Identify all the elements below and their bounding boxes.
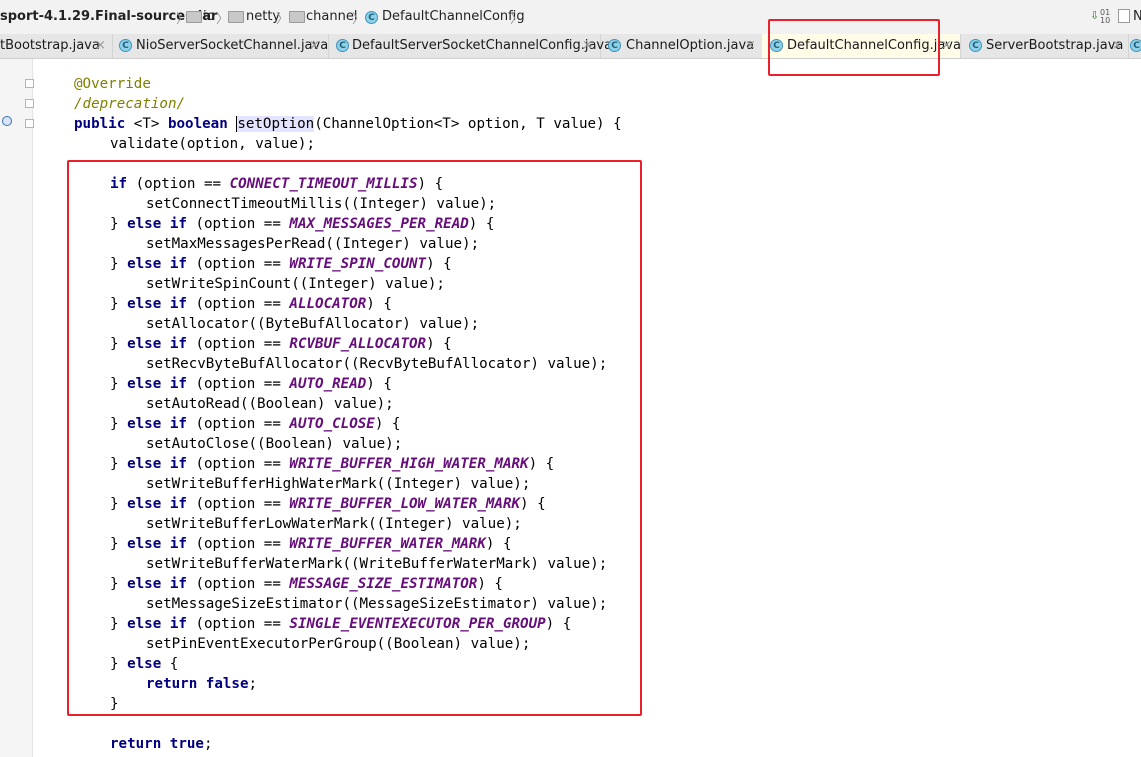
panel-icon[interactable] <box>1118 9 1130 23</box>
breadcrumb-right-label: N <box>1133 9 1141 24</box>
code-line: return true; <box>110 736 213 752</box>
folder-icon <box>186 11 202 23</box>
tab-server-bootstrap[interactable]: C ServerBootstrap.java × <box>960 34 1129 58</box>
tab-label: NioServerSocketChannel.java <box>136 38 329 53</box>
tab-bootstrap[interactable]: tBootstrap.java × <box>0 34 113 58</box>
close-icon[interactable]: × <box>745 34 756 58</box>
breadcrumb-io[interactable]: io <box>203 9 215 24</box>
tab-default-server-socket-channel-config[interactable]: C DefaultServerSocketChannelConfig.java … <box>328 34 612 58</box>
binary-icon[interactable]: 01 10 <box>1100 9 1110 25</box>
close-icon[interactable]: × <box>309 34 320 58</box>
breadcrumb-separator: 〉 <box>510 12 524 27</box>
class-icon: C <box>969 39 982 52</box>
class-icon: C <box>119 39 132 52</box>
tab-channel-option[interactable]: C ChannelOption.java × <box>600 34 763 58</box>
breadcrumb-separator: 〉 <box>352 12 366 27</box>
tab-label: DefaultServerSocketChannelConfig.java <box>352 38 613 53</box>
class-icon: C <box>1130 39 1141 52</box>
code-line: @Override <box>74 76 151 92</box>
close-icon[interactable]: × <box>95 34 106 58</box>
class-icon: C <box>365 11 378 24</box>
breadcrumb-netty[interactable]: netty <box>246 9 280 24</box>
code-line: public <T> boolean setOption(ChannelOpti… <box>74 116 622 132</box>
sort-icon[interactable]: ⇩ <box>1090 9 1099 22</box>
class-icon: C <box>608 39 621 52</box>
code-line: /deprecation/ <box>74 96 186 112</box>
highlight-box <box>67 160 642 716</box>
close-icon[interactable]: × <box>1112 34 1123 58</box>
close-icon[interactable]: × <box>941 34 952 58</box>
code-line: validate(option, value); <box>110 136 315 152</box>
class-icon: C <box>336 39 349 52</box>
tab-label: ServerBootstrap.java <box>986 38 1124 53</box>
close-icon[interactable]: × <box>582 34 593 58</box>
code-content[interactable]: @Override /deprecation/ public <T> boole… <box>0 59 622 752</box>
breadcrumb-channel[interactable]: channel <box>306 9 357 24</box>
breadcrumb: sport-4.1.29.Final-sources.jar 〉 io 〉 ne… <box>0 0 1141 35</box>
folder-icon <box>289 11 305 23</box>
tab-label: ChannelOption.java <box>626 38 755 53</box>
tab-nio-server-socket-channel[interactable]: C NioServerSocketChannel.java × <box>112 34 329 58</box>
tab-highlight-box <box>768 19 940 76</box>
tab-overflow[interactable]: C <box>1128 34 1141 58</box>
method-name: setOption <box>236 116 315 132</box>
editor-tabs: tBootstrap.java × C NioServerSocketChann… <box>0 34 1141 59</box>
breadcrumb-class[interactable]: DefaultChannelConfig <box>382 9 525 24</box>
folder-icon <box>228 11 244 23</box>
code-editor[interactable]: @Override /deprecation/ public <T> boole… <box>0 59 1141 757</box>
breadcrumb-separator: 〉 <box>276 12 290 27</box>
tab-label: tBootstrap.java <box>0 38 100 53</box>
